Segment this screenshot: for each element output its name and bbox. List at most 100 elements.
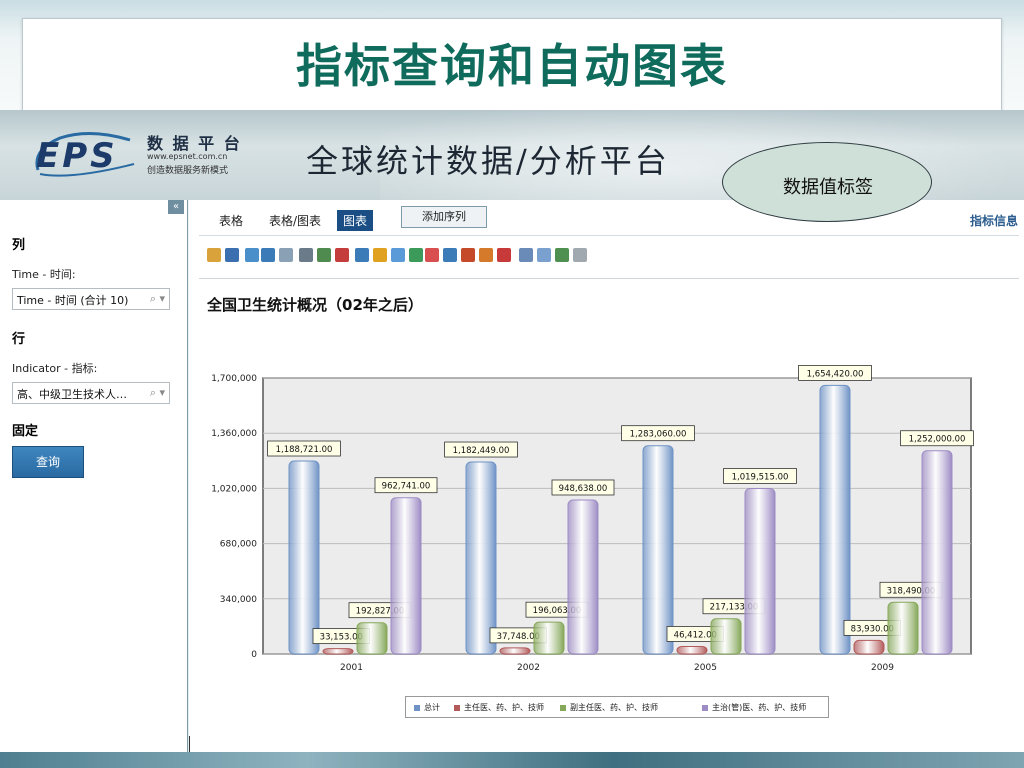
data-label: 948,638.00 (559, 484, 608, 494)
tab-table-chart[interactable]: 表格/图表 (263, 210, 327, 231)
data-label: 1,019,515.00 (732, 472, 789, 482)
legend-item[interactable]: 副主任医、药、护、技师 (560, 702, 658, 713)
eps-subtitle: 数 据 平 台 (147, 134, 242, 153)
left-panel: « 列 Time - 时间: Time - 时间 (合计 10) ⌕ ▾ 行 I… (0, 200, 188, 752)
y-tick-label: 0 (251, 650, 257, 660)
data-label: 962,741.00 (382, 482, 431, 492)
bar-chart-icon[interactable] (373, 248, 387, 262)
radar-icon[interactable] (479, 248, 493, 262)
data-label: 1,252,000.00 (909, 435, 966, 445)
collapse-panel-button[interactable]: « (168, 200, 184, 214)
legend-item[interactable]: 总计 (414, 702, 440, 713)
data-label: 83,930.00 (851, 624, 894, 634)
bar[interactable] (322, 648, 354, 655)
smooth-line-icon[interactable] (537, 248, 551, 262)
redo-icon[interactable] (279, 248, 293, 262)
stacked-bar-icon[interactable] (425, 248, 439, 262)
legend-label: 副主任医、药、护、技师 (570, 703, 658, 712)
data-label: 1,182,449.00 (453, 446, 510, 456)
bar[interactable] (533, 621, 565, 655)
eps-url: www.epsnet.com.cn (147, 152, 228, 161)
column-chart-icon[interactable] (409, 248, 423, 262)
search-dropdown-icon: ⌕ ▾ (149, 386, 165, 399)
callout-text: 数据值标签 (783, 177, 873, 198)
undo-icon[interactable] (261, 248, 275, 262)
area-chart-icon[interactable] (443, 248, 457, 262)
bar[interactable] (819, 384, 851, 655)
add-series-button[interactable]: 添加序列 (401, 206, 487, 228)
bar[interactable] (499, 647, 531, 655)
right-panel: 表格 表格/图表 图表 添加序列 指标信息 全国卫生统计概况（02年之后） 1,… (189, 200, 1024, 752)
column-label: Time - 时间: (12, 268, 76, 281)
legend-item[interactable]: 主治(管)医、药、护、技师 (702, 702, 806, 713)
y-tick-label: 1,020,000 (211, 484, 257, 494)
grid-icon[interactable] (555, 248, 569, 262)
bar[interactable] (921, 450, 953, 655)
data-label: 33,153.00 (320, 633, 363, 643)
legend-swatch (560, 704, 566, 711)
row-heading: 行 (12, 332, 26, 347)
indicator-info-link[interactable]: 指标信息 (970, 212, 1018, 229)
legend-item[interactable]: 主任医、药、护、技师 (454, 702, 544, 713)
slide-title: 指标查询和自动图表 (296, 39, 728, 93)
scatter-icon[interactable] (497, 248, 511, 262)
data-label: 37,748.00 (497, 632, 540, 642)
pdf-icon[interactable] (335, 248, 349, 262)
toolbar-divider (199, 278, 1019, 279)
double-chevron-left-icon: « (172, 201, 180, 212)
callout-bubble: 数据值标签 (722, 142, 932, 222)
bar[interactable] (676, 645, 708, 655)
tab-chart[interactable]: 图表 (337, 210, 374, 231)
tab-divider (199, 235, 1019, 236)
search-dropdown-icon: ⌕ ▾ (149, 292, 165, 305)
column-heading: 列 (12, 238, 26, 253)
bar[interactable] (710, 618, 742, 655)
y-tick-label: 1,700,000 (211, 374, 257, 384)
save-icon[interactable] (225, 248, 239, 262)
refresh-icon[interactable] (245, 248, 259, 262)
bar[interactable] (390, 497, 422, 655)
chart-title: 全国卫生统计概况（02年之后） (207, 296, 423, 314)
print-icon[interactable] (299, 248, 313, 262)
horizontal-bar-icon[interactable] (391, 248, 405, 262)
banner-title: 全球统计数据/分析平台 (306, 142, 670, 180)
bar[interactable] (288, 460, 320, 655)
eps-slogan: 创造数据服务新模式 (147, 166, 229, 176)
slide-footer-band (0, 752, 1024, 768)
copy-icon[interactable] (317, 248, 331, 262)
settings-icon[interactable] (573, 248, 587, 262)
bar[interactable] (356, 622, 388, 655)
bar[interactable] (887, 601, 919, 655)
pie-chart-icon[interactable] (461, 248, 475, 262)
y-tick-label: 340,000 (220, 595, 257, 605)
trend-icon[interactable] (519, 248, 533, 262)
query-button[interactable]: 查询 (12, 446, 84, 478)
row-label: Indicator - 指标: (12, 362, 98, 375)
y-tick-label: 680,000 (220, 540, 257, 550)
legend-swatch (414, 704, 420, 711)
x-tick-label: 2009 (871, 663, 894, 673)
chart-legend: 总计 主任医、药、护、技师 副主任医、药、护、技师 主治(管)医、药、护、技师 (405, 696, 829, 718)
tab-table[interactable]: 表格 (213, 210, 249, 231)
fixed-heading: 固定 (12, 424, 39, 439)
legend-label: 主治(管)医、药、护、技师 (712, 703, 807, 712)
legend-swatch (454, 704, 460, 711)
bar[interactable] (567, 499, 599, 655)
data-label: 1,188,721.00 (276, 445, 333, 455)
column-select[interactable]: Time - 时间 (合计 10) ⌕ ▾ (12, 288, 170, 310)
x-tick-label: 2001 (340, 663, 363, 673)
line-chart-icon[interactable] (355, 248, 369, 262)
bar[interactable] (465, 461, 497, 655)
legend-swatch (702, 704, 708, 711)
bar[interactable] (744, 487, 776, 655)
row-select[interactable]: 高、中级卫生技术人… ⌕ ▾ (12, 382, 170, 404)
panel-edge (189, 736, 190, 752)
bar[interactable] (853, 639, 885, 655)
x-tick-label: 2005 (694, 663, 717, 673)
data-label: 46,412.00 (674, 630, 717, 640)
export-icon[interactable] (207, 248, 221, 262)
legend-label: 总计 (424, 703, 440, 712)
data-label: 1,654,420.00 (807, 369, 864, 379)
data-label: 1,283,060.00 (630, 430, 687, 440)
bar[interactable] (642, 445, 674, 655)
